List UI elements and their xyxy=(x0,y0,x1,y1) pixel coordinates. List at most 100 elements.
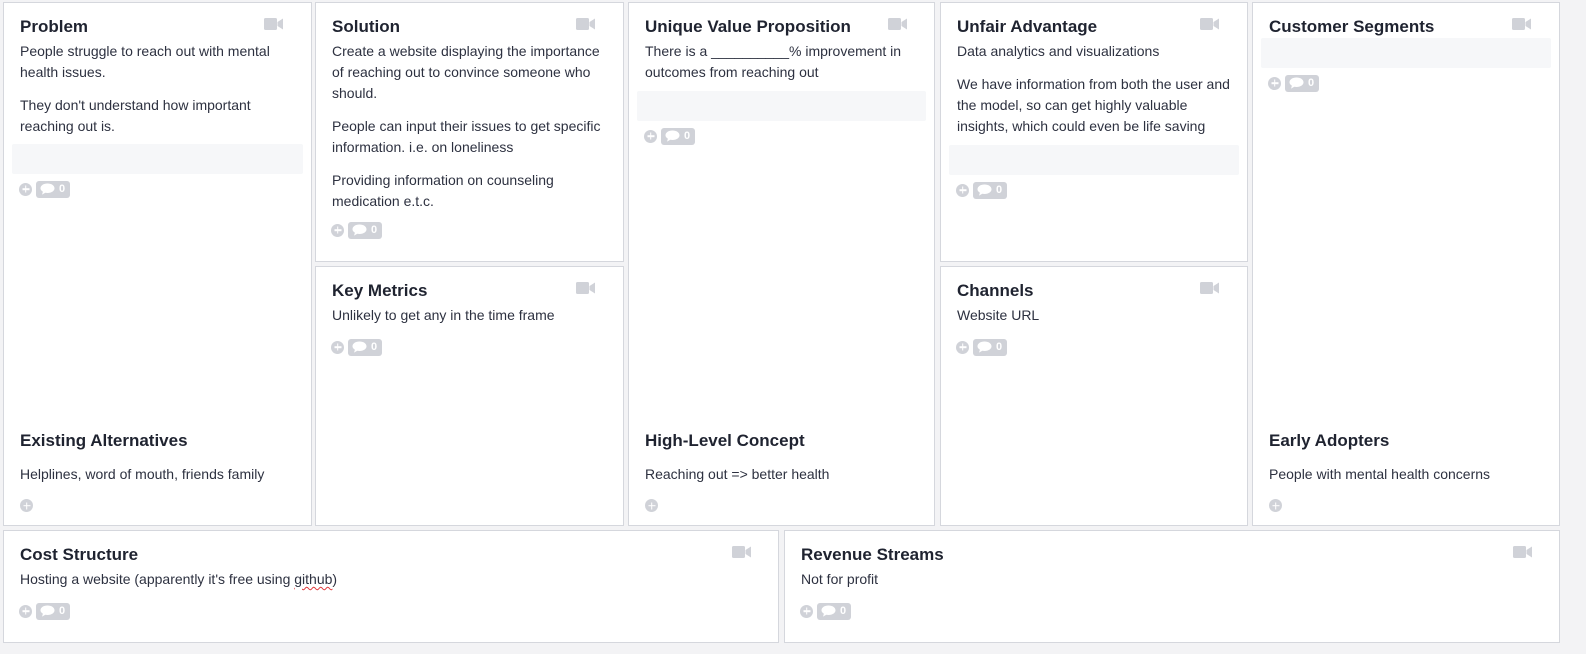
customer-segments-actions: 0 xyxy=(1268,74,1320,92)
problem-title: Problem xyxy=(20,17,89,36)
customer-segments-card: Customer Segments 0 Early Adopters Peopl… xyxy=(1252,2,1560,526)
key-metrics-title: Key Metrics xyxy=(332,281,428,300)
video-camera-icon[interactable] xyxy=(1513,546,1532,558)
speech-bubble-icon xyxy=(40,183,55,195)
channels-title: Channels xyxy=(957,281,1034,300)
sticky-note[interactable]: They don't understand how important reac… xyxy=(20,95,295,137)
cost-structure-card: Cost Structure Hosting a website (appare… xyxy=(3,530,779,643)
comment-count: 0 xyxy=(59,182,66,195)
comment-count: 0 xyxy=(1308,76,1315,89)
comments-button[interactable]: 0 xyxy=(661,127,696,145)
sticky-note[interactable]: Data analytics and visualizations xyxy=(957,41,1231,62)
key-metrics-notes: Unlikely to get any in the time frame xyxy=(332,305,607,326)
sticky-note[interactable]: There is a __________% improvement in ou… xyxy=(645,41,918,83)
comments-button[interactable]: 0 xyxy=(973,181,1008,199)
add-circle-icon[interactable] xyxy=(800,604,813,618)
solution-notes: Create a website displaying the importan… xyxy=(332,41,607,212)
add-circle-icon[interactable] xyxy=(331,223,344,237)
add-note-area[interactable] xyxy=(1261,38,1551,68)
comments-button[interactable]: 0 xyxy=(36,180,71,198)
solution-card: Solution Create a website displaying the… xyxy=(315,2,624,262)
existing-alternatives-title: Existing Alternatives xyxy=(20,431,188,450)
high-level-concept-title: High-Level Concept xyxy=(645,431,805,450)
video-camera-icon[interactable] xyxy=(1200,282,1219,294)
cost-structure-title: Cost Structure xyxy=(20,545,139,564)
sticky-note[interactable]: Not for profit xyxy=(801,569,1543,590)
sticky-note[interactable]: Providing information on counseling medi… xyxy=(332,170,607,212)
add-circle-icon[interactable] xyxy=(20,499,33,512)
video-camera-icon[interactable] xyxy=(732,546,751,558)
unfair-advantage-notes: Data analytics and visualizations We hav… xyxy=(957,41,1231,137)
key-metrics-actions: 0 xyxy=(331,338,383,356)
revenue-streams-title: Revenue Streams xyxy=(801,545,944,564)
speech-bubble-icon xyxy=(977,184,992,196)
unfair-advantage-card: Unfair Advantage Data analytics and visu… xyxy=(940,2,1248,262)
speech-bubble-icon xyxy=(352,341,367,353)
speech-bubble-icon xyxy=(40,605,55,617)
add-circle-icon[interactable] xyxy=(956,183,969,197)
note-text: Hosting a website (apparently it's free … xyxy=(20,571,295,587)
sticky-note[interactable]: People with mental health concerns xyxy=(1269,464,1490,485)
note-text: ) xyxy=(332,571,338,587)
add-note-area[interactable] xyxy=(949,145,1239,175)
sticky-note[interactable]: People can input their issues to get spe… xyxy=(332,116,607,158)
sticky-note[interactable]: Unlikely to get any in the time frame xyxy=(332,305,607,326)
speech-bubble-icon xyxy=(977,341,992,353)
revenue-streams-card: Revenue Streams Not for profit 0 xyxy=(784,530,1560,643)
comment-count: 0 xyxy=(996,183,1003,196)
video-camera-icon[interactable] xyxy=(576,18,595,30)
comment-count: 0 xyxy=(371,340,378,353)
comments-button[interactable]: 0 xyxy=(973,338,1008,356)
comment-count: 0 xyxy=(996,340,1003,353)
unique-value-proposition-notes: There is a __________% improvement in ou… xyxy=(645,41,918,83)
unique-value-proposition-actions: 0 xyxy=(644,127,696,145)
video-camera-icon[interactable] xyxy=(576,282,595,294)
comments-button[interactable]: 0 xyxy=(1285,74,1320,92)
comments-button[interactable]: 0 xyxy=(36,602,71,620)
sticky-note[interactable]: Helplines, word of mouth, friends family xyxy=(20,464,264,485)
video-camera-icon[interactable] xyxy=(1512,18,1531,30)
add-note-area[interactable] xyxy=(637,91,926,121)
unique-value-proposition-title: Unique Value Proposition xyxy=(645,17,851,36)
comment-count: 0 xyxy=(684,129,691,142)
add-circle-icon[interactable] xyxy=(1268,76,1281,90)
cost-structure-notes: Hosting a website (apparently it's free … xyxy=(20,569,762,590)
add-circle-icon[interactable] xyxy=(1269,499,1282,512)
speech-bubble-icon xyxy=(1289,77,1304,89)
sticky-note[interactable]: Create a website displaying the importan… xyxy=(332,41,607,104)
speech-bubble-icon xyxy=(665,130,680,142)
comment-count: 0 xyxy=(59,604,66,617)
speech-bubble-icon xyxy=(352,224,367,236)
add-circle-icon[interactable] xyxy=(19,182,32,196)
problem-actions: 0 xyxy=(19,180,71,198)
unique-value-proposition-card: Unique Value Proposition There is a ____… xyxy=(628,2,935,526)
solution-title: Solution xyxy=(332,17,400,36)
key-metrics-card: Key Metrics Unlikely to get any in the t… xyxy=(315,266,624,526)
sticky-note[interactable]: Reaching out => better health xyxy=(645,464,829,485)
comments-button[interactable]: 0 xyxy=(348,221,383,239)
add-circle-icon[interactable] xyxy=(19,604,32,618)
add-circle-icon[interactable] xyxy=(956,340,969,354)
comments-button[interactable]: 0 xyxy=(348,338,383,356)
speech-bubble-icon xyxy=(821,605,836,617)
add-note-area[interactable] xyxy=(12,144,303,174)
sticky-note[interactable]: Website URL xyxy=(957,305,1231,326)
sticky-note[interactable]: We have information from both the user a… xyxy=(957,74,1231,137)
add-circle-icon[interactable] xyxy=(644,129,657,143)
revenue-streams-actions: 0 xyxy=(800,602,852,620)
solution-actions: 0 xyxy=(331,221,383,239)
sticky-note[interactable]: People struggle to reach out with mental… xyxy=(20,41,295,83)
add-circle-icon[interactable] xyxy=(331,340,344,354)
video-camera-icon[interactable] xyxy=(1200,18,1219,30)
video-camera-icon[interactable] xyxy=(888,18,907,30)
comments-button[interactable]: 0 xyxy=(817,602,852,620)
unfair-advantage-title: Unfair Advantage xyxy=(957,17,1098,36)
early-adopters-title: Early Adopters xyxy=(1269,431,1390,450)
revenue-streams-notes: Not for profit xyxy=(801,569,1543,590)
customer-segments-title: Customer Segments xyxy=(1269,17,1435,36)
video-camera-icon[interactable] xyxy=(264,18,283,30)
cost-structure-actions: 0 xyxy=(19,602,71,620)
sticky-note[interactable]: Hosting a website (apparently it's free … xyxy=(20,569,762,590)
unfair-advantage-actions: 0 xyxy=(956,181,1008,199)
add-circle-icon[interactable] xyxy=(645,499,658,512)
